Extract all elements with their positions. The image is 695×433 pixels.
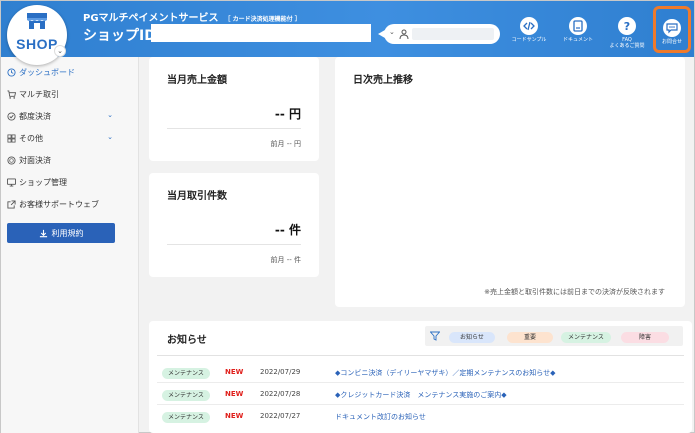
svg-text:?: ?: [624, 20, 630, 32]
chevron-down-icon[interactable]: ⌄: [54, 45, 66, 57]
question-icon: ?: [618, 17, 636, 35]
new-badge: NEW: [225, 390, 244, 398]
filter-icon[interactable]: [430, 331, 440, 341]
news-link[interactable]: ◆クレジットカード決済 メンテナンス実施のご案内◆: [335, 390, 507, 400]
user-icon: [399, 29, 409, 39]
service-title: PGマルチペイメントサービス ［ カード決済処理機能付 ］: [83, 9, 301, 24]
news-link[interactable]: ドキュメント改訂のお知らせ: [335, 412, 426, 422]
coin-icon: [7, 155, 16, 165]
card-prev-month: 前月 -- 円: [270, 140, 301, 148]
card-value: -- 円: [274, 107, 301, 121]
cart-icon: [7, 89, 16, 99]
contact-button[interactable]: お問合せ: [653, 6, 691, 53]
document-icon: [569, 17, 587, 35]
news-row[interactable]: メンテナンス NEW 2022/07/27 ドキュメント改訂のお知らせ: [157, 407, 684, 427]
external-link-icon: [7, 199, 16, 209]
news-link[interactable]: ◆コンビニ決済（デイリーヤマザキ）／定期メンテナンスのお知らせ◆: [335, 368, 556, 378]
daily-note: ※売上金額と取引件数には前日までの決済が反映されます: [484, 288, 665, 296]
sidebar-item-label: お客様サポートウェブ: [19, 199, 99, 209]
shop-id-label: ショップID:: [83, 28, 162, 44]
card-prev-month: 前月 -- 件: [270, 256, 301, 264]
sidebar-item-label: ショップ管理: [19, 177, 67, 187]
clock-icon: [7, 67, 16, 77]
shop-search[interactable]: ⌄: [378, 24, 500, 44]
filter-chip-failure[interactable]: 障害: [621, 332, 669, 343]
news-category-badge: メンテナンス: [162, 412, 210, 423]
sidebar: ダッシュボード マルチ取引 都度決済 ⌄ その他 ⌄ 対面決済 ショップ管理 お…: [1, 57, 139, 433]
terms-of-use-button[interactable]: 利用規約: [7, 223, 115, 243]
monitor-icon: [7, 177, 16, 187]
header-bar: SHOP ⌄ PGマルチペイメントサービス ［ カード決済処理機能付 ］ ショップ…: [1, 1, 694, 65]
sidebar-item-label: ダッシュボード: [19, 67, 75, 77]
filter-chip-info[interactable]: お知らせ: [449, 332, 495, 343]
service-tag: ［ カード決済処理機能付 ］: [224, 16, 301, 23]
terms-of-use-label: 利用規約: [51, 228, 84, 238]
storefront-icon: [27, 13, 47, 29]
news-date: 2022/07/29: [260, 368, 301, 376]
new-badge: NEW: [225, 368, 244, 376]
news-row[interactable]: メンテナンス NEW 2022/07/28 ◆クレジットカード決済 メンテナンス…: [157, 385, 684, 405]
contact-label: お問合せ: [661, 39, 682, 45]
card-title: 当月取引件数: [167, 191, 227, 202]
monthly-sales-card: 当月売上金額 -- 円 前月 -- 円: [149, 57, 319, 161]
sidebar-item-face-to-face[interactable]: 対面決済: [7, 153, 131, 167]
download-icon: [39, 229, 47, 237]
monthly-count-card: 当月取引件数 -- 件 前月 -- 件: [149, 173, 319, 277]
news-panel: お知らせ お知らせ 重要 メンテナンス 障害 メンテナンス NEW 2022/0…: [149, 321, 692, 433]
daily-sales-card: 日次売上推移 ※売上金額と取引件数には前日までの決済が反映されます: [335, 57, 685, 307]
sidebar-item-label: マルチ取引: [19, 89, 59, 99]
sidebar-item-shop-management[interactable]: ショップ管理: [7, 175, 131, 189]
sidebar-item-other[interactable]: その他 ⌄: [7, 131, 131, 145]
news-category-badge: メンテナンス: [162, 390, 210, 401]
chat-icon: [663, 19, 681, 37]
filter-chip-maintenance[interactable]: メンテナンス: [561, 332, 611, 343]
sidebar-item-label: 対面決済: [19, 155, 51, 165]
card-title: 日次売上推移: [353, 75, 413, 86]
divider: [167, 244, 301, 245]
card-title: 当月売上金額: [167, 75, 227, 86]
chevron-down-icon[interactable]: ⌄: [389, 28, 395, 36]
code-sample-label: コードサンプル: [511, 37, 547, 43]
faq-sublabel: よくあるご質問: [609, 43, 645, 49]
card-value: -- 件: [274, 223, 301, 237]
filter-chip-important[interactable]: 重要: [507, 332, 553, 343]
sidebar-item-label: 都度決済: [19, 111, 51, 121]
faq-button[interactable]: ? FAQ よくあるご質問: [607, 17, 647, 51]
grid-icon: [7, 133, 16, 143]
sidebar-item-one-time-payment[interactable]: 都度決済 ⌄: [7, 109, 131, 123]
news-category-badge: メンテナンス: [162, 368, 210, 379]
chevron-down-icon[interactable]: ⌄: [107, 111, 113, 119]
news-date: 2022/07/28: [260, 390, 301, 398]
code-sample-button[interactable]: コードサンプル: [509, 17, 549, 51]
shop-search-input[interactable]: [412, 28, 494, 40]
document-label: ドキュメント: [562, 37, 593, 43]
news-date: 2022/07/27: [260, 412, 301, 420]
news-filter: お知らせ 重要 メンテナンス 障害: [425, 326, 683, 346]
check-icon: [7, 111, 16, 121]
sidebar-item-dashboard[interactable]: ダッシュボード: [7, 65, 131, 79]
chevron-down-icon[interactable]: ⌄: [107, 133, 113, 141]
sidebar-item-multi-transaction[interactable]: マルチ取引: [7, 87, 131, 101]
sidebar-item-support-web[interactable]: お客様サポートウェブ: [7, 197, 131, 211]
code-icon: [520, 17, 538, 35]
service-name: PGマルチペイメントサービス: [83, 13, 219, 24]
document-button[interactable]: ドキュメント: [558, 17, 598, 51]
news-title: お知らせ: [167, 335, 207, 346]
divider: [157, 355, 684, 356]
shop-id-value: [151, 24, 371, 42]
divider: [167, 128, 301, 129]
news-row[interactable]: メンテナンス NEW 2022/07/29 ◆コンビニ決済（デイリーヤマザキ）／…: [157, 363, 684, 383]
sidebar-item-label: その他: [19, 133, 43, 143]
new-badge: NEW: [225, 412, 244, 420]
